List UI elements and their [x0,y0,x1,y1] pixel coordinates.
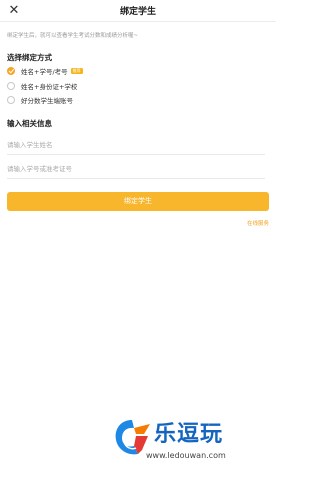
recommend-badge: 推荐 [70,67,83,74]
page-title: 绑定学生 [119,7,156,17]
option-label: 姓名+身份证+学校 [21,82,78,91]
watermark-url: www.ledouwan.com [146,451,226,460]
watermark-name: 乐逗玩 [154,422,224,447]
intro-text: 绑定学生后，就可以查看学生考试分数和成绩分析喔~ [7,33,139,39]
option-name-student-id[interactable]: 姓名+学号/考号 推荐 [7,65,83,76]
student-name-input[interactable] [7,135,265,155]
radio-icon[interactable] [7,95,15,104]
option-name-idcard-school[interactable]: 姓名+身份证+学校 [7,80,77,91]
option-label: 姓名+学号/考号 [21,67,68,76]
top-bar: ✕ 绑定学生 [0,0,276,22]
radio-checked-icon[interactable] [7,66,15,75]
bind-student-button[interactable]: 绑定学生 [7,192,269,211]
student-id-input[interactable] [7,159,265,179]
radio-icon[interactable] [7,81,15,90]
option-student-account[interactable]: 好分数学生端账号 [7,94,73,105]
option-label: 好分数学生端账号 [21,96,73,105]
bind-method-title: 选择绑定方式 [7,53,52,62]
online-service-link[interactable]: 在线服务 [247,219,269,227]
watermark: 乐逗玩 www.ledouwan.com [108,412,274,468]
input-info-title: 输入相关信息 [7,119,52,128]
